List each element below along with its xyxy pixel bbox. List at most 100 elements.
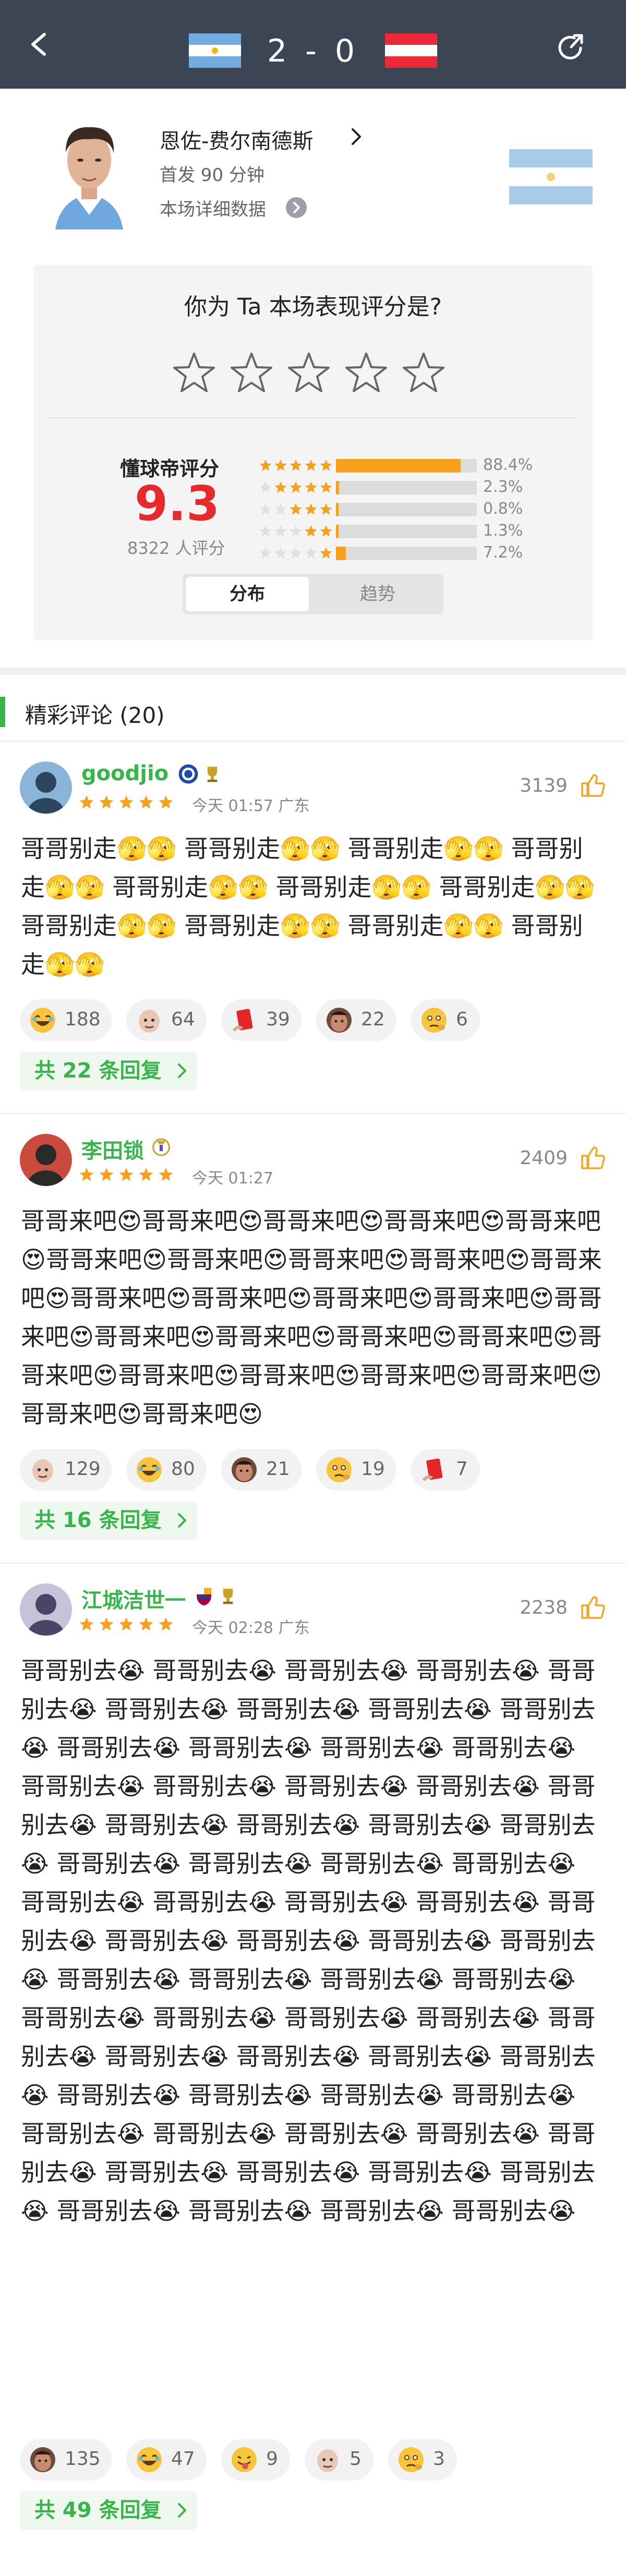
star-outline-icon[interactable] [230,350,273,394]
avatar[interactable] [20,1134,72,1186]
reaction-button[interactable]: 80 [126,1449,207,1491]
tongue-emoji-icon [232,2447,257,2472]
replies-label: 共 22 条回复 [34,1059,162,1083]
laugh-emoji-icon [137,2447,162,2472]
distribution-bar-fill [336,481,340,494]
reaction-icon [326,1007,353,1034]
reaction-count: 39 [266,1009,290,1030]
like-button[interactable] [579,1144,606,1171]
chelsea-badge-icon [178,764,198,784]
face-avatar-icon [327,1008,352,1033]
player-name[interactable]: 恩佐-费尔南德斯 [160,124,313,154]
star-outline-icon[interactable] [344,350,388,394]
chevron-right-icon [178,1063,186,1078]
distribution-percent: 88.4% [483,456,533,474]
star-rating-icon [259,547,332,559]
laugh-emoji-icon [137,1457,162,1482]
reaction-count: 21 [266,1458,290,1480]
reaction-count: 129 [65,1458,101,1480]
argentina-flag-icon [509,149,593,204]
star-rating-icon [79,795,173,809]
avatar[interactable] [20,1583,72,1636]
divider [0,741,626,742]
reaction-button[interactable]: 135 [20,2439,112,2481]
star-rating-icon [79,1617,173,1631]
reaction-button[interactable]: 47 [126,2439,207,2481]
view-replies-button[interactable]: 共 49 条回复 [20,2491,197,2530]
reaction-button[interactable]: 9 [221,2439,290,2481]
reaction-button[interactable]: 64 [126,999,207,1041]
star-rating-icon [259,525,332,537]
replies-label: 共 49 条回复 [34,2498,162,2522]
reaction-icon [136,2446,163,2473]
player-detail-link[interactable]: 本场详细数据 [160,195,266,221]
comment-username[interactable]: 江城洁世一 [81,1583,186,1614]
rating-question: 你为 Ta 本场表现评分是? [184,294,442,320]
comment-time: 今天 01:57 广东 [192,797,310,815]
distribution-bar [336,459,477,473]
face-avatar-icon [30,2447,55,2472]
red-card-icon [422,1458,443,1481]
red-card-icon [232,1009,253,1032]
view-replies-button[interactable]: 共 22 条回复 [20,1051,197,1090]
reaction-button[interactable]: 5 [305,2439,374,2481]
star-outline-icon[interactable] [402,350,446,394]
reaction-button[interactable]: 129 [20,1449,112,1491]
view-replies-button[interactable]: 共 16 条回复 [20,1501,197,1540]
distribution-row: 1.3% [258,522,550,540]
reaction-icon [29,1456,56,1483]
star-rating-icon [259,503,332,515]
reaction-button[interactable]: 6 [411,999,480,1041]
reaction-button[interactable]: 3 [388,2439,457,2481]
tab-distribution[interactable]: 分布 [186,577,309,611]
chevron-right-icon[interactable] [348,125,364,148]
reaction-button[interactable]: 22 [316,999,396,1041]
user-badge [151,1136,172,1157]
reaction-button[interactable]: 19 [316,1449,396,1491]
reaction-icon [326,1456,353,1483]
distribution-bar [336,481,477,494]
reaction-count: 47 [171,2448,195,2470]
reaction-count: 9 [266,2448,278,2470]
thumb-up-icon [581,1596,605,1619]
comment-username[interactable]: goodjio [81,761,168,785]
star-outline-icon[interactable] [287,350,331,394]
argentina-flag-icon [189,33,241,68]
face-avatar-icon [232,1457,257,1482]
distribution-percent: 0.8% [483,500,523,518]
reaction-icon [136,1456,163,1483]
like-count: 2238 [520,1597,568,1618]
reaction-icon [231,1007,258,1034]
reaction-button[interactable]: 39 [221,999,302,1041]
reaction-icon [420,1007,448,1034]
thinking-emoji-icon [422,1008,447,1033]
reaction-button[interactable]: 188 [20,999,112,1041]
like-button[interactable] [579,772,606,799]
rating-count: 8322 人评分 [127,538,225,558]
comment-username[interactable]: 李田锁 [81,1134,144,1164]
reaction-bar: 129 80 21 19 7 [20,1449,594,1491]
like-button[interactable] [579,1594,606,1621]
back-arrow-icon[interactable] [29,32,50,56]
reaction-count: 188 [65,1009,101,1030]
star-rating-icon [259,459,332,471]
avatar[interactable] [20,761,72,814]
tab-trend[interactable]: 趋势 [316,577,439,611]
distribution-percent: 1.3% [483,522,523,540]
barcelona-badge-icon [197,1588,211,1606]
reaction-count: 6 [456,1009,468,1030]
reaction-count: 5 [350,2448,362,2470]
chevron-circle-icon[interactable] [286,197,307,218]
dongqiudi-rating-score: 9.3 [135,476,220,531]
thinking-emoji-icon [399,2447,424,2472]
distribution-bar-fill [336,459,461,473]
star-outline-icon[interactable] [172,350,216,394]
reaction-button[interactable]: 21 [221,1449,302,1491]
section-separator [0,668,626,675]
laugh-emoji-icon [30,1008,55,1033]
share-icon[interactable] [556,32,587,64]
user-badge [202,764,223,784]
divider [48,417,578,418]
reaction-button[interactable]: 7 [411,1449,480,1491]
distribution-bar-fill [336,547,346,560]
